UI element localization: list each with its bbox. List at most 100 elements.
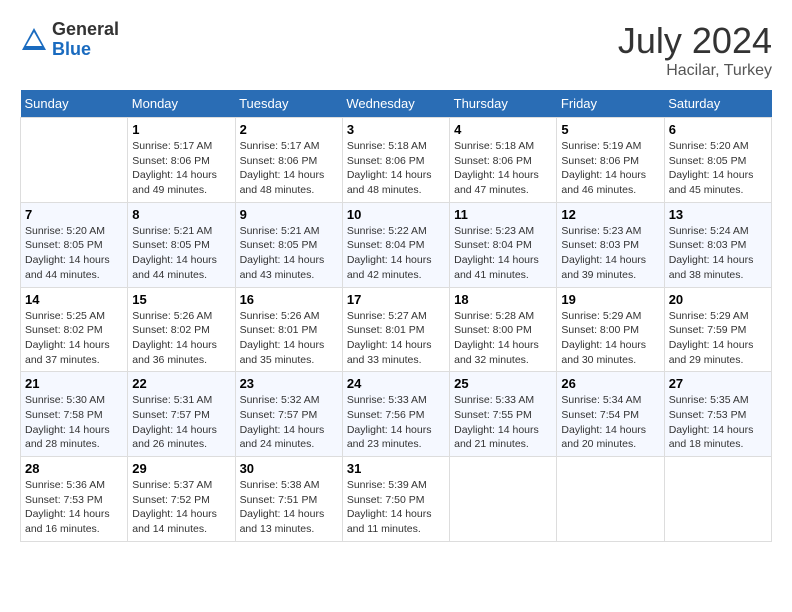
- day-info: Sunrise: 5:26 AMSunset: 8:01 PMDaylight:…: [240, 309, 338, 368]
- calendar-cell: 3 Sunrise: 5:18 AMSunset: 8:06 PMDaylight…: [342, 118, 449, 203]
- calendar-cell: 19Sunrise: 5:29 AMSunset: 8:00 PMDayligh…: [557, 287, 664, 372]
- calendar-cell: 31 Sunrise: 5:39 AMSunset: 7:50 PMDayligh…: [342, 457, 449, 542]
- weekday-header-saturday: Saturday: [664, 90, 771, 118]
- page-header: General Blue July 2024 Hacilar, Turkey: [20, 20, 772, 80]
- day-info: Sunrise: 5:33 AMSunset: 7:55 PMDaylight:…: [454, 393, 552, 452]
- day-info: Sunrise: 5:31 AMSunset: 7:57 PMDaylight:…: [132, 393, 230, 452]
- weekday-header-monday: Monday: [128, 90, 235, 118]
- day-number: 7: [25, 207, 123, 222]
- calendar-week-row: 1 Sunrise: 5:17 AMSunset: 8:06 PMDaylight…: [21, 118, 772, 203]
- calendar-cell: 29 Sunrise: 5:37 AMSunset: 7:52 PMDayligh…: [128, 457, 235, 542]
- day-info: Sunrise: 5:35 AMSunset: 7:53 PMDaylight:…: [669, 393, 767, 452]
- day-number: 11: [454, 207, 552, 222]
- day-number: 2: [240, 122, 338, 137]
- calendar-cell: 27 Sunrise: 5:35 AMSunset: 7:53 PMDayligh…: [664, 372, 771, 457]
- logo-general: General: [52, 20, 119, 40]
- day-number: 3: [347, 122, 445, 137]
- day-info: Sunrise: 5:33 AMSunset: 7:56 PMDaylight:…: [347, 393, 445, 452]
- day-info: Sunrise: 5:26 AMSunset: 8:02 PMDaylight:…: [132, 309, 230, 368]
- calendar-week-row: 14 Sunrise: 5:25 AMSunset: 8:02 PMDayligh…: [21, 287, 772, 372]
- calendar-cell: 28Sunrise: 5:36 AMSunset: 7:53 PMDayligh…: [21, 457, 128, 542]
- calendar-cell: [664, 457, 771, 542]
- day-number: 10: [347, 207, 445, 222]
- logo-text: General Blue: [52, 20, 119, 60]
- calendar-cell: 18 Sunrise: 5:28 AMSunset: 8:00 PMDayligh…: [450, 287, 557, 372]
- day-number: 22: [132, 376, 230, 391]
- day-info: Sunrise: 5:17 AMSunset: 8:06 PMDaylight:…: [132, 139, 230, 198]
- day-number: 21: [25, 376, 123, 391]
- day-info: Sunrise: 5:23 AMSunset: 8:04 PMDaylight:…: [454, 224, 552, 283]
- day-number: 18: [454, 292, 552, 307]
- calendar-cell: 16 Sunrise: 5:26 AMSunset: 8:01 PMDayligh…: [235, 287, 342, 372]
- day-number: 14: [25, 292, 123, 307]
- day-info: Sunrise: 5:20 AMSunset: 8:05 PMDaylight:…: [25, 224, 123, 283]
- calendar-cell: 23Sunrise: 5:32 AMSunset: 7:57 PMDayligh…: [235, 372, 342, 457]
- day-info: Sunrise: 5:18 AMSunset: 8:06 PMDaylight:…: [347, 139, 445, 198]
- calendar-cell: 4 Sunrise: 5:18 AMSunset: 8:06 PMDaylight…: [450, 118, 557, 203]
- day-number: 29: [132, 461, 230, 476]
- day-info: Sunrise: 5:25 AMSunset: 8:02 PMDaylight:…: [25, 309, 123, 368]
- day-number: 13: [669, 207, 767, 222]
- calendar-cell: 15Sunrise: 5:26 AMSunset: 8:02 PMDayligh…: [128, 287, 235, 372]
- logo: General Blue: [20, 20, 119, 60]
- calendar-cell: [21, 118, 128, 203]
- day-number: 27: [669, 376, 767, 391]
- calendar-cell: 2 Sunrise: 5:17 AMSunset: 8:06 PMDaylight…: [235, 118, 342, 203]
- location: Hacilar, Turkey: [618, 62, 772, 80]
- day-number: 24: [347, 376, 445, 391]
- day-number: 26: [561, 376, 659, 391]
- day-info: Sunrise: 5:17 AMSunset: 8:06 PMDaylight:…: [240, 139, 338, 198]
- day-number: 17: [347, 292, 445, 307]
- day-number: 1: [132, 122, 230, 137]
- day-info: Sunrise: 5:20 AMSunset: 8:05 PMDaylight:…: [669, 139, 767, 198]
- calendar-week-row: 21Sunrise: 5:30 AMSunset: 7:58 PMDayligh…: [21, 372, 772, 457]
- day-number: 8: [132, 207, 230, 222]
- calendar-cell: 20 Sunrise: 5:29 AMSunset: 7:59 PMDayligh…: [664, 287, 771, 372]
- calendar-cell: 22 Sunrise: 5:31 AMSunset: 7:57 PMDayligh…: [128, 372, 235, 457]
- month-year: July 2024: [618, 20, 772, 62]
- logo-blue: Blue: [52, 40, 119, 60]
- title-block: July 2024 Hacilar, Turkey: [618, 20, 772, 80]
- calendar-cell: [557, 457, 664, 542]
- day-number: 20: [669, 292, 767, 307]
- day-info: Sunrise: 5:37 AMSunset: 7:52 PMDaylight:…: [132, 478, 230, 537]
- calendar-cell: 1 Sunrise: 5:17 AMSunset: 8:06 PMDaylight…: [128, 118, 235, 203]
- day-info: Sunrise: 5:39 AMSunset: 7:50 PMDaylight:…: [347, 478, 445, 537]
- day-number: 4: [454, 122, 552, 137]
- weekday-header-friday: Friday: [557, 90, 664, 118]
- calendar-cell: 26 Sunrise: 5:34 AMSunset: 7:54 PMDayligh…: [557, 372, 664, 457]
- day-info: Sunrise: 5:21 AMSunset: 8:05 PMDaylight:…: [132, 224, 230, 283]
- day-number: 30: [240, 461, 338, 476]
- day-number: 31: [347, 461, 445, 476]
- calendar-cell: 9 Sunrise: 5:21 AMSunset: 8:05 PMDaylight…: [235, 202, 342, 287]
- day-info: Sunrise: 5:38 AMSunset: 7:51 PMDaylight:…: [240, 478, 338, 537]
- weekday-header-tuesday: Tuesday: [235, 90, 342, 118]
- weekday-header-sunday: Sunday: [21, 90, 128, 118]
- calendar-cell: 25 Sunrise: 5:33 AMSunset: 7:55 PMDayligh…: [450, 372, 557, 457]
- calendar-cell: 13Sunrise: 5:24 AMSunset: 8:03 PMDayligh…: [664, 202, 771, 287]
- day-info: Sunrise: 5:23 AMSunset: 8:03 PMDaylight:…: [561, 224, 659, 283]
- calendar-cell: 5Sunrise: 5:19 AMSunset: 8:06 PMDaylight…: [557, 118, 664, 203]
- day-number: 9: [240, 207, 338, 222]
- day-info: Sunrise: 5:18 AMSunset: 8:06 PMDaylight:…: [454, 139, 552, 198]
- day-info: Sunrise: 5:29 AMSunset: 8:00 PMDaylight:…: [561, 309, 659, 368]
- day-info: Sunrise: 5:36 AMSunset: 7:53 PMDaylight:…: [25, 478, 123, 537]
- logo-icon: [20, 26, 48, 54]
- calendar-cell: 21Sunrise: 5:30 AMSunset: 7:58 PMDayligh…: [21, 372, 128, 457]
- calendar-week-row: 7 Sunrise: 5:20 AMSunset: 8:05 PMDaylight…: [21, 202, 772, 287]
- calendar-cell: 17Sunrise: 5:27 AMSunset: 8:01 PMDayligh…: [342, 287, 449, 372]
- day-number: 16: [240, 292, 338, 307]
- day-info: Sunrise: 5:34 AMSunset: 7:54 PMDaylight:…: [561, 393, 659, 452]
- day-number: 25: [454, 376, 552, 391]
- day-info: Sunrise: 5:28 AMSunset: 8:00 PMDaylight:…: [454, 309, 552, 368]
- weekday-header-thursday: Thursday: [450, 90, 557, 118]
- day-info: Sunrise: 5:21 AMSunset: 8:05 PMDaylight:…: [240, 224, 338, 283]
- weekday-header-wednesday: Wednesday: [342, 90, 449, 118]
- weekday-header-row: SundayMondayTuesdayWednesdayThursdayFrid…: [21, 90, 772, 118]
- day-info: Sunrise: 5:19 AMSunset: 8:06 PMDaylight:…: [561, 139, 659, 198]
- calendar-cell: 7 Sunrise: 5:20 AMSunset: 8:05 PMDaylight…: [21, 202, 128, 287]
- calendar-cell: 6Sunrise: 5:20 AMSunset: 8:05 PMDaylight…: [664, 118, 771, 203]
- day-info: Sunrise: 5:22 AMSunset: 8:04 PMDaylight:…: [347, 224, 445, 283]
- day-info: Sunrise: 5:29 AMSunset: 7:59 PMDaylight:…: [669, 309, 767, 368]
- calendar-cell: 12Sunrise: 5:23 AMSunset: 8:03 PMDayligh…: [557, 202, 664, 287]
